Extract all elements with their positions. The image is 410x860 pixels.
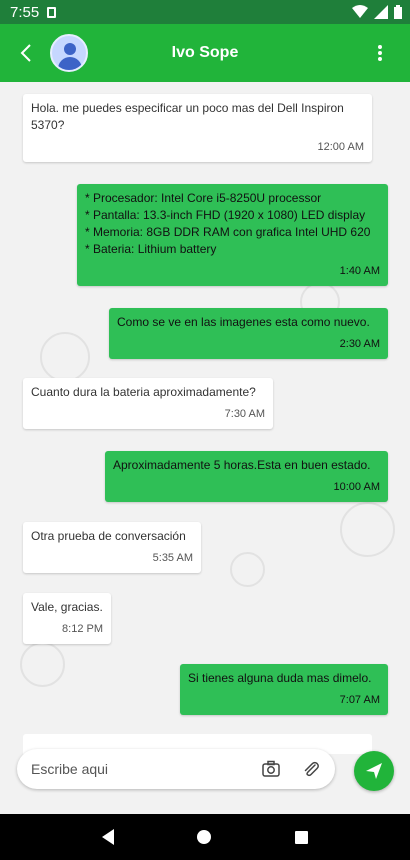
signal-icon	[374, 5, 388, 19]
status-icons	[352, 5, 402, 19]
composer-box	[17, 749, 335, 789]
message-line: * Pantalla: 13.3-inch FHD (1920 x 1080) …	[85, 208, 366, 222]
message-text: Si tienes alguna duda mas dimelo.	[188, 671, 372, 685]
status-time: 7:55	[10, 3, 40, 21]
message-bubble-outgoing[interactable]: * Procesador: Intel Core i5-8250U proces…	[77, 184, 388, 286]
background-doodle	[340, 502, 395, 557]
message-text: Vale, gracias.	[31, 600, 103, 614]
nav-recent-apps-icon[interactable]	[295, 830, 309, 844]
send-button[interactable]	[354, 751, 394, 791]
more-vert-icon[interactable]	[370, 43, 390, 63]
message-text: Otra prueba de conversación	[31, 529, 186, 543]
nav-back-icon[interactable]	[101, 829, 114, 845]
composer-bar	[0, 740, 410, 814]
nav-home-icon[interactable]	[197, 830, 212, 844]
message-text: Como se ve en las imagenes esta como nue…	[117, 315, 370, 329]
send-icon	[366, 763, 382, 779]
message-input[interactable]	[31, 761, 241, 777]
message-bubble-incoming[interactable]: Hola. me puedes especificar un poco mas …	[23, 94, 372, 162]
message-time: 12:00 AM	[317, 141, 364, 153]
message-bubble-outgoing[interactable]: Como se ve en las imagenes esta como nue…	[109, 308, 388, 359]
message-bubble-incoming[interactable]: Otra prueba de conversación 5:35 AM	[23, 522, 201, 573]
paperclip-icon[interactable]	[301, 759, 321, 779]
background-doodle	[40, 332, 90, 382]
message-line: * Memoria: 8GB DDR RAM con grafica Intel…	[85, 225, 371, 239]
app-bar: Ivo Sope	[0, 24, 410, 82]
background-doodle	[20, 642, 65, 687]
message-line: * Bateria: Lithium battery	[85, 242, 217, 256]
message-text: Aproximadamente 5 horas.Esta en buen est…	[113, 458, 371, 472]
message-time: 7:07 AM	[339, 694, 380, 706]
status-bar: 7:55	[0, 0, 410, 24]
message-line: * Procesador: Intel Core i5-8250U proces…	[85, 191, 322, 205]
person-icon	[64, 43, 76, 55]
message-bubble-outgoing[interactable]: Aproximadamente 5 horas.Esta en buen est…	[105, 451, 388, 502]
battery-icon	[394, 5, 402, 19]
message-text: Cuanto dura la bateria aproximadamente?	[31, 385, 256, 399]
message-bubble-incoming[interactable]: Cuanto dura la bateria aproximadamente? …	[23, 378, 273, 429]
message-time: 1:40 AM	[339, 265, 380, 277]
navigation-bar	[0, 814, 410, 860]
message-time: 8:12 PM	[62, 623, 103, 635]
message-time: 2:30 AM	[339, 338, 380, 350]
message-time: 7:30 AM	[224, 408, 265, 420]
wifi-icon	[352, 5, 368, 18]
chat-area[interactable]: Hola. me puedes especificar un poco mas …	[0, 82, 410, 814]
arrow-left-icon[interactable]	[8, 35, 44, 71]
camera-icon[interactable]	[261, 759, 281, 779]
message-time: 10:00 AM	[333, 481, 380, 493]
avatar[interactable]	[50, 34, 88, 72]
sd-card-icon	[47, 6, 57, 18]
message-time: 5:35 AM	[152, 552, 193, 564]
background-doodle	[230, 552, 265, 587]
message-text: Hola. me puedes especificar un poco mas …	[31, 101, 344, 132]
message-bubble-outgoing[interactable]: Si tienes alguna duda mas dimelo. 7:07 A…	[180, 664, 388, 715]
message-bubble-incoming[interactable]: Vale, gracias. 8:12 PM	[23, 593, 111, 644]
